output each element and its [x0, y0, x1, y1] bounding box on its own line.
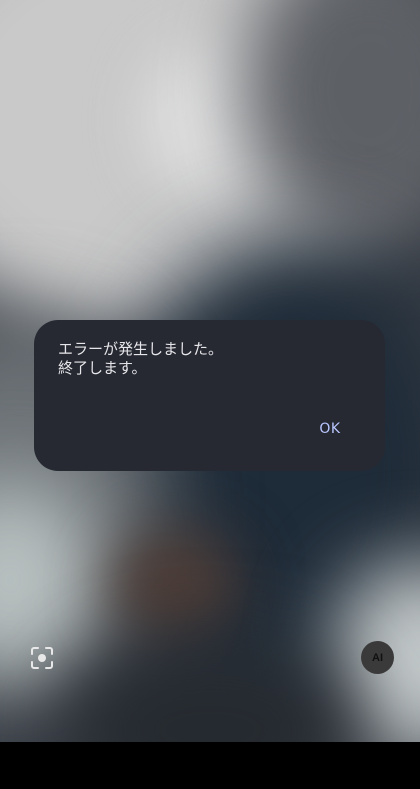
- ok-button[interactable]: OK: [306, 416, 354, 442]
- ai-button[interactable]: AI: [361, 641, 394, 674]
- screen: エラーが発生しました。 終了します。 OK AI: [0, 0, 420, 789]
- error-dialog: エラーが発生しました。 終了します。 OK: [34, 320, 385, 471]
- navigation-bar: [0, 742, 420, 789]
- dialog-message: エラーが発生しました。 終了します。: [58, 340, 224, 377]
- lens-scan-icon[interactable]: [28, 644, 56, 672]
- ai-label: AI: [372, 651, 383, 664]
